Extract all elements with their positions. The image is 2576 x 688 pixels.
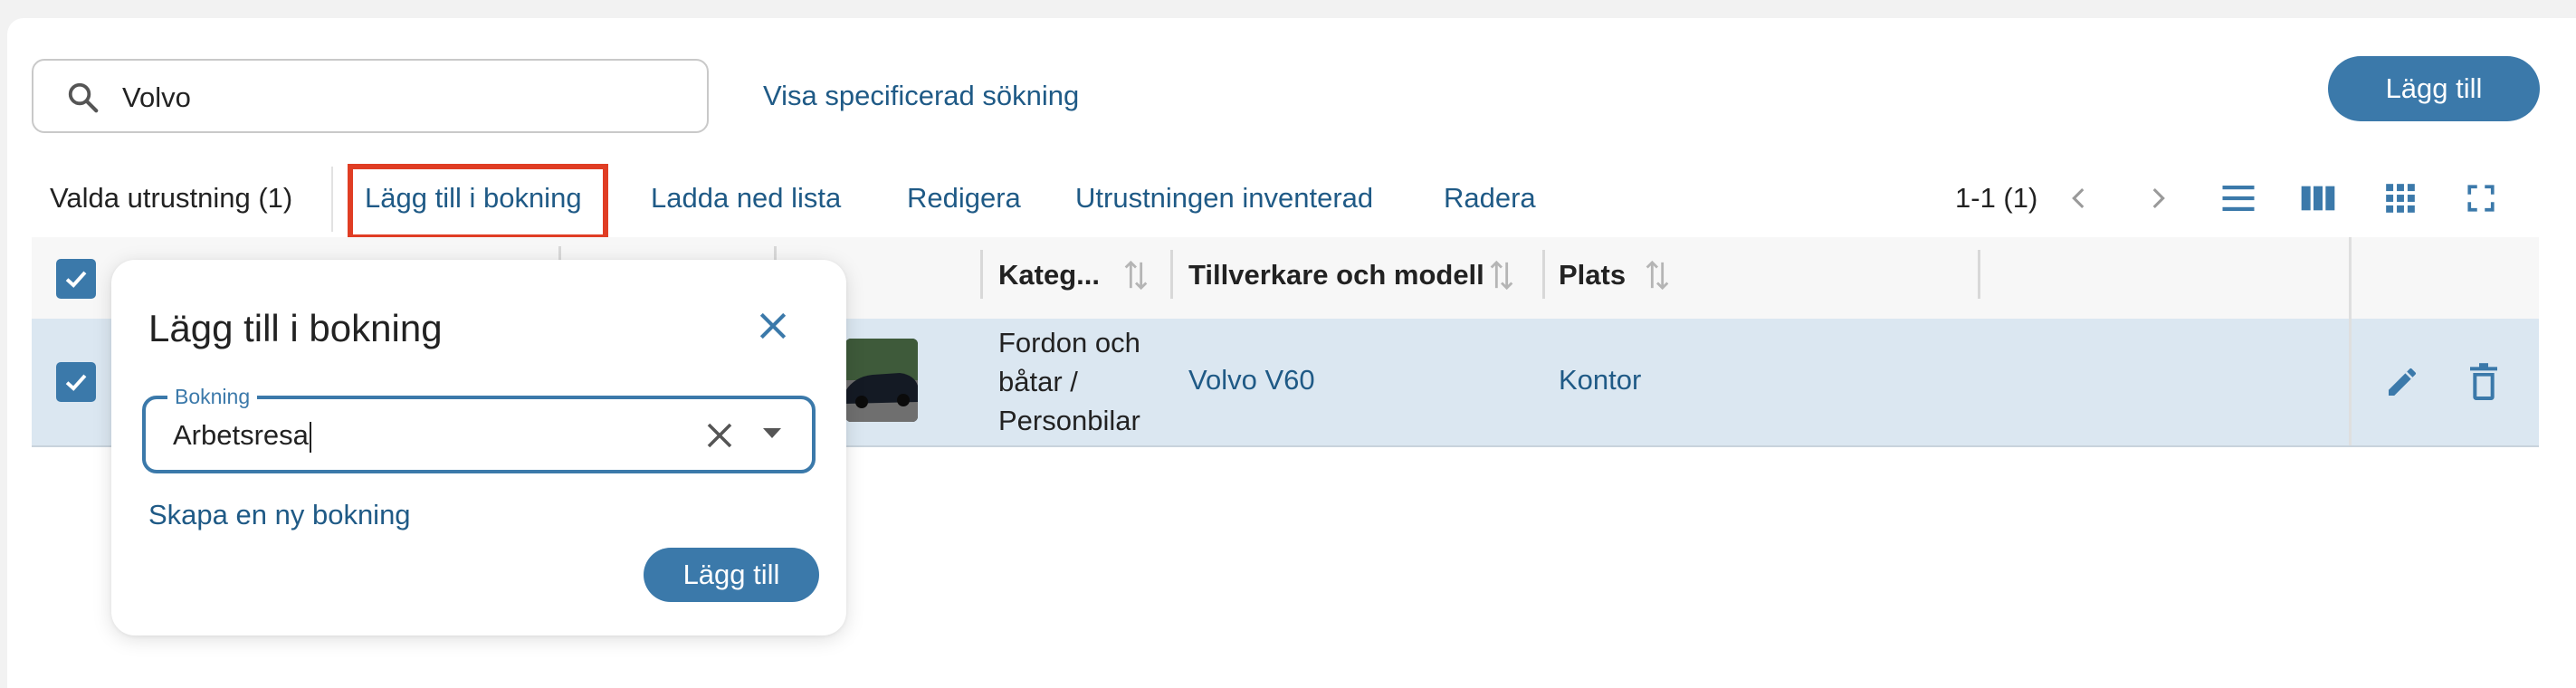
chevron-right-icon[interactable] (2142, 183, 2173, 214)
download-list-action[interactable]: Ladda ned lista (651, 182, 841, 215)
toolbar-divider (331, 167, 333, 232)
sort-icon[interactable] (1642, 257, 1673, 293)
popover-title: Lägg till i bokning (148, 307, 443, 349)
sort-icon[interactable] (1486, 257, 1517, 293)
search-value: Volvo (122, 81, 191, 113)
category-cell: Fordon och båtar / Personbilar (998, 323, 1140, 440)
column-header-model[interactable]: Tillverkare och modell (1188, 259, 1484, 291)
model-link[interactable]: Volvo V60 (1188, 364, 1315, 397)
edit-action[interactable]: Redigera (907, 182, 1021, 215)
create-booking-link[interactable]: Skapa en ny bokning (148, 499, 411, 531)
fullscreen-icon[interactable] (2466, 183, 2496, 214)
search-input[interactable]: Volvo (32, 59, 709, 133)
advanced-search-link[interactable]: Visa specificerad sökning (763, 80, 1079, 112)
row-checkbox[interactable] (56, 362, 96, 402)
equipment-thumbnail[interactable] (845, 339, 918, 422)
location-link[interactable]: Kontor (1559, 364, 1641, 397)
dropdown-arrow-icon[interactable] (761, 426, 783, 441)
booking-field-value: Arbetsresa (173, 417, 311, 454)
text-cursor (309, 421, 311, 453)
column-view-icon[interactable] (2300, 181, 2336, 215)
booking-field-label: Bokning (167, 385, 258, 408)
column-divider (1170, 250, 1173, 299)
select-all-checkbox[interactable] (56, 259, 96, 299)
pagination-info: 1-1 (1) (1955, 182, 2038, 214)
delete-icon[interactable] (2466, 362, 2502, 402)
inventoried-action[interactable]: Utrustningen inventerad (1075, 182, 1373, 215)
check-icon (65, 374, 87, 391)
chevron-left-icon[interactable] (2064, 183, 2094, 214)
edit-icon[interactable] (2384, 364, 2420, 400)
grid-view-icon[interactable] (2383, 181, 2418, 215)
clear-icon[interactable] (703, 419, 736, 452)
column-header-category[interactable]: Kateg... (998, 259, 1100, 291)
booking-select-field[interactable]: Bokning Arbetsresa (142, 385, 816, 473)
check-icon (65, 271, 87, 288)
booking-value-text: Arbetsresa (173, 419, 309, 451)
category-line: båtar / (998, 366, 1078, 397)
list-view-icon[interactable] (2219, 179, 2257, 217)
add-to-booking-action[interactable]: Lägg till i bokning (365, 182, 582, 215)
column-header-location[interactable]: Plats (1559, 259, 1626, 291)
add-button[interactable]: Lägg till (2328, 56, 2540, 121)
column-divider (980, 250, 983, 299)
column-divider (1978, 250, 1980, 299)
add-to-booking-popover: Lägg till i bokning Bokning Arbetsresa S… (111, 260, 846, 635)
popover-add-button[interactable]: Lägg till (644, 548, 819, 602)
delete-action[interactable]: Radera (1444, 182, 1536, 215)
column-divider (1542, 250, 1545, 299)
selected-count-label: Valda utrustning (1) (50, 182, 293, 214)
category-line: Personbilar (998, 405, 1140, 436)
close-icon[interactable] (756, 309, 790, 343)
search-icon (68, 82, 99, 113)
sort-icon[interactable] (1121, 257, 1151, 293)
category-line: Fordon och (998, 327, 1140, 358)
actions-column-divider (2349, 237, 2352, 445)
